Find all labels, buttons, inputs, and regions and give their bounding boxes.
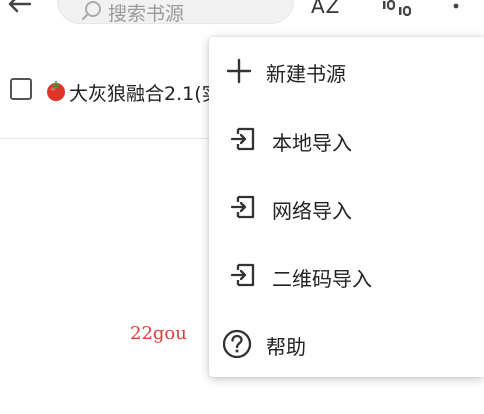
plus-icon (226, 58, 252, 84)
menu-item-label: 本地导入 (272, 131, 352, 155)
import-icon (230, 195, 255, 219)
menu-item-qrcode-import[interactable]: 二维码导入 (209, 241, 484, 309)
back-arrow-icon[interactable] (6, 0, 32, 14)
group-sort-icon[interactable] (381, 0, 411, 16)
menu-item-label: 新建书源 (266, 62, 346, 86)
import-icon (230, 127, 255, 151)
help-circle-icon (222, 329, 252, 359)
import-icon (230, 263, 255, 287)
more-options-icon[interactable] (449, 0, 463, 16)
overflow-menu: 新建书源 本地导入 网络导入 二维码导入 帮助 (209, 37, 484, 377)
tomato-emoji-icon (47, 81, 65, 101)
menu-item-help[interactable]: 帮助 (209, 309, 484, 377)
menu-item-label: 帮助 (266, 335, 306, 359)
source-title: 大灰狼融合2.1(实 (69, 83, 221, 105)
watermark-text: 22gou (130, 323, 187, 344)
menu-item-network-import[interactable]: 网络导入 (209, 173, 484, 241)
menu-item-label: 二维码导入 (272, 267, 372, 291)
search-placeholder: 搜索书源 (108, 3, 185, 25)
sort-az-button[interactable]: AZ (311, 0, 340, 18)
menu-item-local-import[interactable]: 本地导入 (209, 105, 484, 173)
select-checkbox[interactable] (10, 78, 32, 100)
top-toolbar: 搜索书源 AZ (0, 0, 484, 25)
menu-item-new-source[interactable]: 新建书源 (209, 37, 484, 105)
search-input[interactable]: 搜索书源 (57, 0, 294, 25)
menu-item-label: 网络导入 (272, 199, 352, 223)
search-icon (82, 1, 101, 20)
